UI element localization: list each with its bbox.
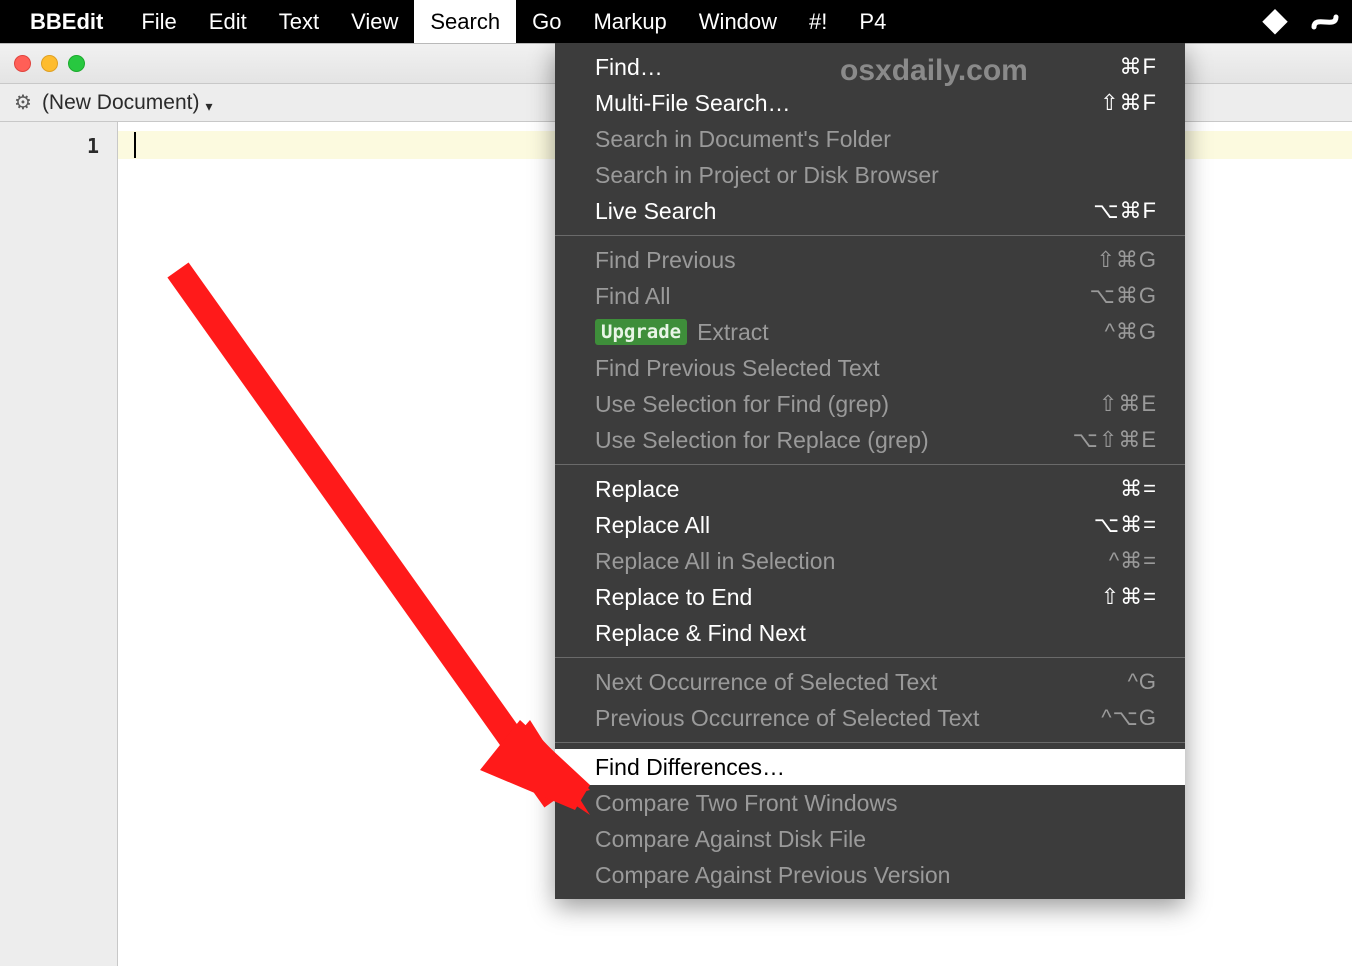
menu-item-replace-to-end[interactable]: Replace to End ⇧⌘=: [555, 579, 1185, 615]
menu-item-next-occurrence: Next Occurrence of Selected Text ^G: [555, 664, 1185, 700]
system-menubar: BBEdit File Edit Text View Search Go Mar…: [0, 0, 1352, 43]
menu-text[interactable]: Text: [263, 0, 335, 43]
menu-item-replace[interactable]: Replace ⌘=: [555, 471, 1185, 507]
menu-view[interactable]: View: [335, 0, 414, 43]
document-name: (New Document): [42, 91, 200, 115]
menu-edit[interactable]: Edit: [193, 0, 263, 43]
menu-window[interactable]: Window: [683, 0, 793, 43]
diamond-icon[interactable]: [1262, 9, 1288, 35]
menu-group: Find Differences… Compare Two Front Wind…: [555, 743, 1185, 899]
line-gutter: 1: [0, 122, 118, 966]
menu-item-use-selection-find: Use Selection for Find (grep) ⇧⌘E: [555, 386, 1185, 422]
menu-group: Next Occurrence of Selected Text ^G Prev…: [555, 658, 1185, 743]
menu-item-replace-all-selection: Replace All in Selection ^⌘=: [555, 543, 1185, 579]
menu-item-multi-file-search[interactable]: Multi-File Search… ⇧⌘F: [555, 85, 1185, 121]
close-button[interactable]: [14, 55, 31, 72]
menu-go[interactable]: Go: [516, 0, 577, 43]
minimize-button[interactable]: [41, 55, 58, 72]
gear-icon[interactable]: ⚙: [14, 90, 32, 115]
menu-p4[interactable]: P4: [843, 0, 902, 43]
menu-item-find-all: Find All ⌥⌘G: [555, 278, 1185, 314]
search-menu-dropdown: Find… ⌘F Multi-File Search… ⇧⌘F Search i…: [555, 43, 1185, 899]
menu-search[interactable]: Search: [414, 0, 516, 43]
menu-item-use-selection-replace: Use Selection for Replace (grep) ⌥⇧⌘E: [555, 422, 1185, 458]
menu-file[interactable]: File: [125, 0, 192, 43]
text-caret: [134, 132, 136, 158]
menu-group: Find Previous ⇧⌘G Find All ⌥⌘G Upgrade E…: [555, 236, 1185, 465]
menu-shebang[interactable]: #!: [793, 0, 843, 43]
menu-item-live-search[interactable]: Live Search ⌥⌘F: [555, 193, 1185, 229]
upgrade-badge: Upgrade: [595, 319, 687, 345]
chevron-down-icon: ▾: [205, 98, 212, 115]
zoom-button[interactable]: [68, 55, 85, 72]
menu-item-find-previous: Find Previous ⇧⌘G: [555, 242, 1185, 278]
menu-item-prev-occurrence: Previous Occurrence of Selected Text ^⌥G: [555, 700, 1185, 736]
menu-item-replace-all[interactable]: Replace All ⌥⌘=: [555, 507, 1185, 543]
menu-item-compare-prev-version: Compare Against Previous Version: [555, 857, 1185, 893]
menu-item-compare-disk-file: Compare Against Disk File: [555, 821, 1185, 857]
menu-item-extract: Upgrade Extract ^⌘G: [555, 314, 1185, 350]
menu-item-search-project: Search in Project or Disk Browser: [555, 157, 1185, 193]
menu-item-compare-two-front: Compare Two Front Windows: [555, 785, 1185, 821]
watermark-text: osxdaily.com: [840, 54, 1028, 88]
menu-item-find-prev-selected: Find Previous Selected Text: [555, 350, 1185, 386]
menu-group: Replace ⌘= Replace All ⌥⌘= Replace All i…: [555, 465, 1185, 658]
menu-item-replace-find-next[interactable]: Replace & Find Next: [555, 615, 1185, 651]
document-selector[interactable]: (New Document) ▾: [42, 91, 213, 115]
menu-item-find-differences[interactable]: Find Differences…: [555, 749, 1185, 785]
s-icon[interactable]: [1310, 9, 1340, 35]
line-number: 1: [0, 134, 99, 158]
app-name[interactable]: BBEdit: [30, 9, 103, 35]
menu-item-search-doc-folder: Search in Document's Folder: [555, 121, 1185, 157]
menu-markup[interactable]: Markup: [577, 0, 682, 43]
